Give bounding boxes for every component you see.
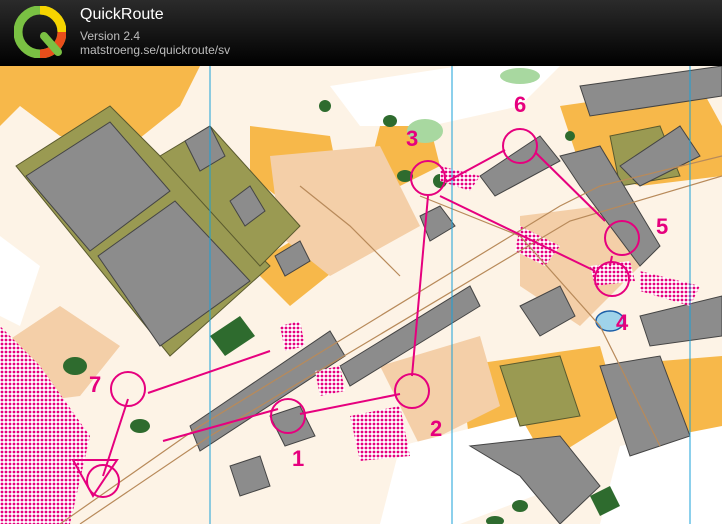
control-number: 2 [430, 416, 442, 441]
control-number: 7 [89, 372, 101, 397]
control-number: 5 [656, 214, 668, 239]
control-number: 3 [406, 126, 418, 151]
app-title: QuickRoute [80, 6, 164, 23]
orienteering-map[interactable]: 7 1 2 3 4 5 6 [0, 66, 722, 524]
map-canvas: 7 1 2 3 4 5 6 [0, 66, 722, 524]
control-number: 6 [514, 92, 526, 117]
app-header: QuickRoute Version 2.4 matstroeng.se/qui… [0, 0, 722, 66]
control-number: 4 [616, 310, 629, 335]
app-url[interactable]: matstroeng.se/quickroute/sv [80, 43, 230, 57]
app-version: Version 2.4 [80, 29, 141, 43]
control-number: 1 [292, 446, 304, 471]
quickroute-logo-icon [14, 6, 66, 58]
